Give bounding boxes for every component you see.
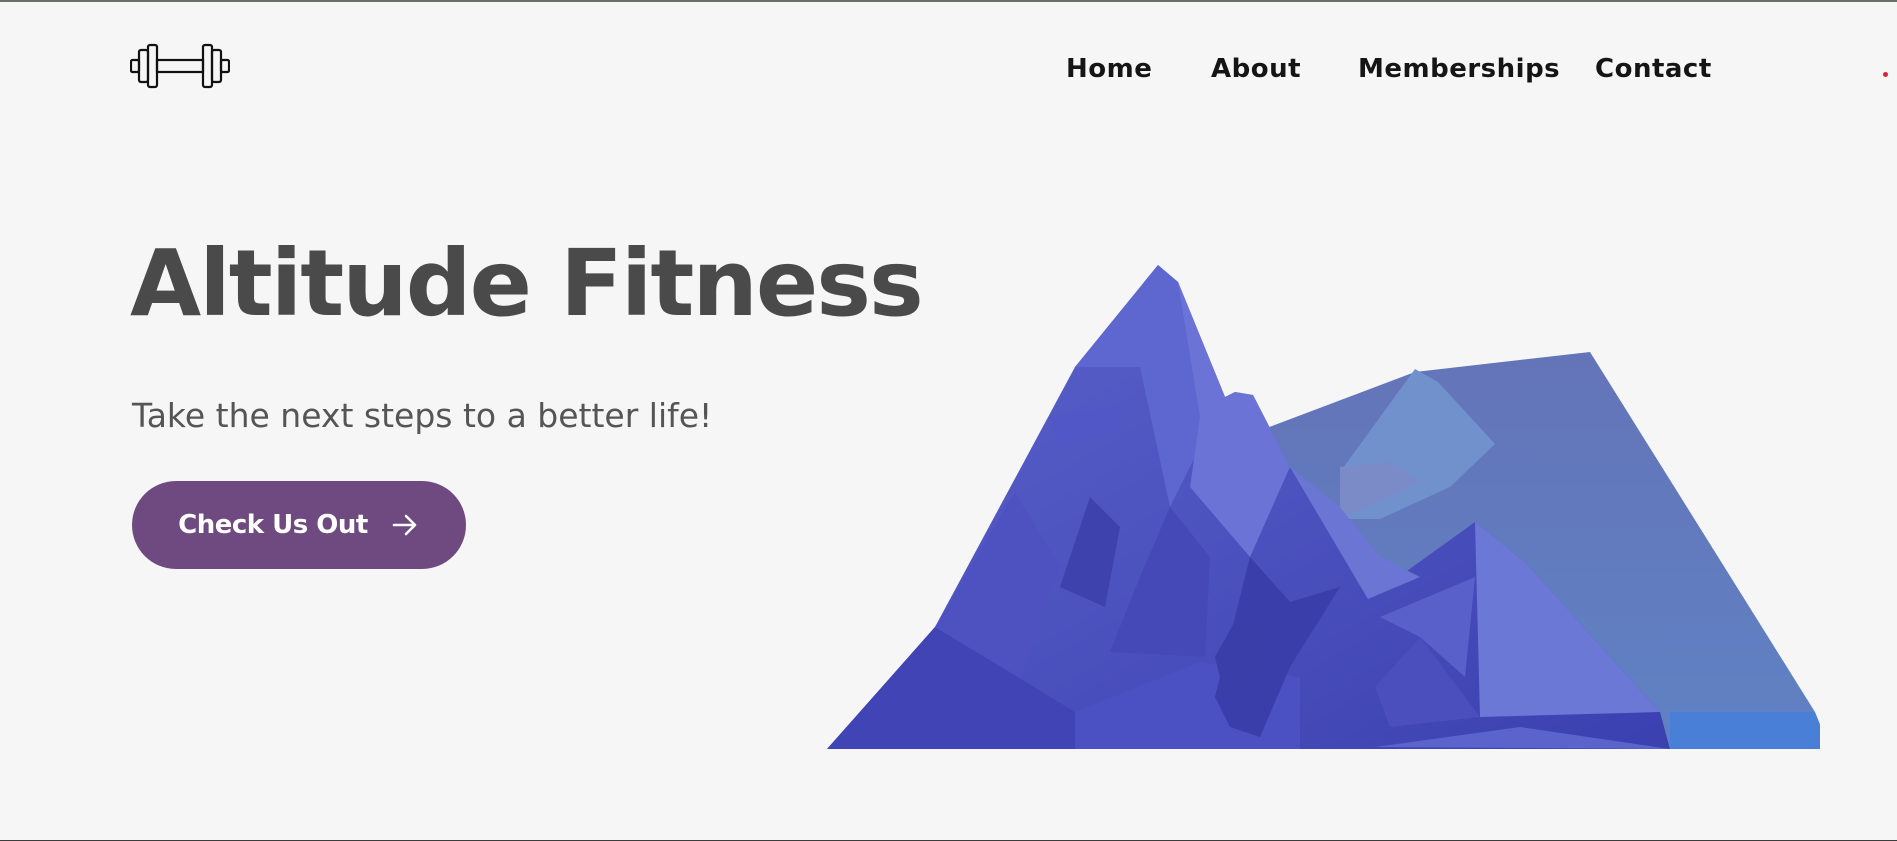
nav-memberships[interactable]: Memberships — [1358, 54, 1560, 84]
dumbbell-icon[interactable] — [130, 42, 230, 90]
check-us-out-button[interactable]: Check Us Out — [132, 481, 466, 569]
nav-home[interactable]: Home — [1066, 54, 1152, 84]
nav-about[interactable]: About — [1211, 54, 1301, 84]
arrow-right-icon — [392, 514, 417, 536]
cta-label: Check Us Out — [178, 510, 368, 540]
nav-contact[interactable]: Contact — [1595, 54, 1712, 84]
hero-title: Altitude Fitness — [130, 230, 924, 337]
indicator-dot — [1883, 72, 1888, 77]
hero-subtitle: Take the next steps to a better life! — [132, 396, 713, 435]
mountain-illustration — [827, 265, 1820, 749]
